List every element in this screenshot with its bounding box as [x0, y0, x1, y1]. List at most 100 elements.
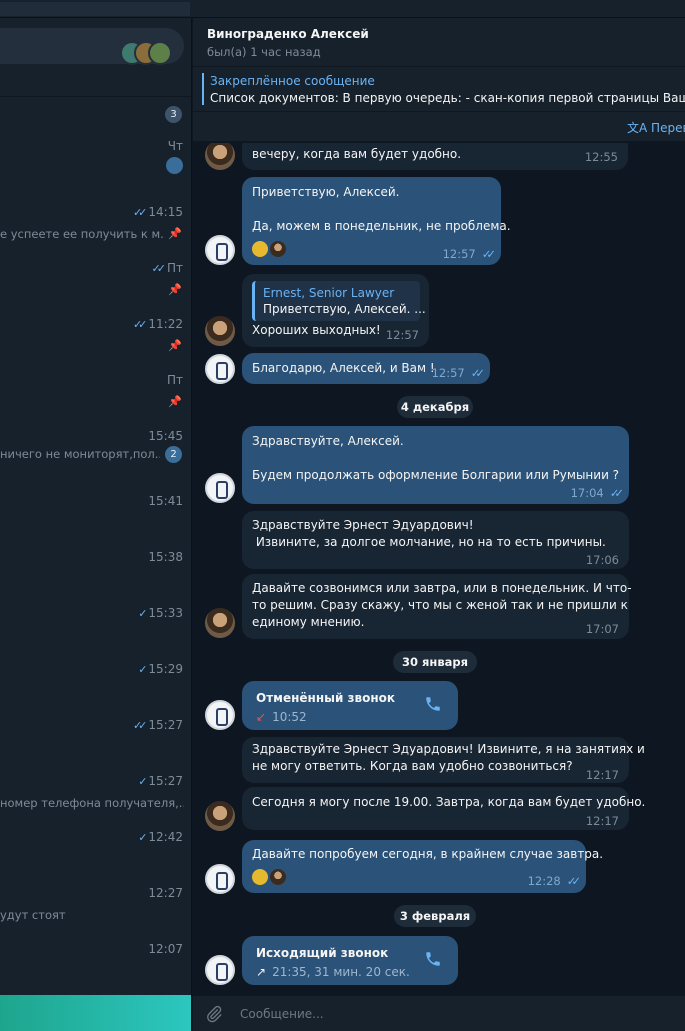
paperclip-icon[interactable] [205, 1005, 223, 1023]
stories-avatars[interactable] [120, 41, 172, 65]
message-input[interactable]: Сообщение... [240, 1007, 324, 1021]
avatar[interactable] [205, 473, 235, 503]
unread-badge: 3 [165, 106, 182, 123]
message-text: Давайте созвонимся или завтра, или в пон… [252, 581, 632, 629]
reply-author: Ernest, Senior Lawyer [263, 286, 395, 300]
reactions[interactable] [252, 868, 288, 885]
chat-list-item[interactable]: 15:41 [0, 494, 191, 550]
avatar[interactable] [205, 864, 235, 894]
date-separator: 3 февраля [394, 905, 476, 927]
chat-preview: удут стоят [0, 908, 66, 922]
chat-list-item[interactable]: 15:38 [0, 550, 191, 606]
translate-button[interactable]: 文A Перевести [627, 119, 685, 136]
search-bar[interactable] [0, 28, 184, 65]
story-avatar[interactable] [148, 41, 172, 65]
chat-list-item[interactable]: 12:27 удут стоят [0, 886, 191, 942]
message-outgoing[interactable]: Давайте попробуем сегодня, в крайнем слу… [242, 840, 603, 893]
pin-icon: 📌 [168, 227, 182, 240]
message-time: 12:57 ✓✓ [442, 247, 497, 261]
chat-preview: номер телефона получателя,... [0, 796, 184, 810]
message-text: Здравствуйте, Алексей. Будем продолжать … [252, 434, 620, 482]
avatar[interactable] [205, 235, 235, 265]
check-icon: ✓ [138, 831, 147, 844]
chat-list-item[interactable]: ✓✓ 14:15 е успеете ее получить к м... 📌 [0, 205, 191, 261]
message-outgoing[interactable]: Приветствую, Алексей. Да, можем в понеде… [242, 177, 511, 265]
call-message[interactable]: Отменённый звонок ↙ 10:52 [242, 681, 458, 730]
avatar[interactable] [205, 354, 235, 384]
chat-list-item[interactable]: 12:07 [0, 942, 191, 998]
chat-preview: ничего не мониторят,пол... [0, 447, 160, 461]
phone-icon[interactable] [424, 695, 442, 713]
sidebar-bottom-banner[interactable] [0, 995, 191, 1031]
message-incoming[interactable]: Здравствуйте Эрнест Эдуардович! Извините… [242, 737, 645, 783]
check-icon: ✓ [138, 607, 147, 620]
call-title: Отменённый звонок [256, 691, 396, 705]
reactor-avatar [270, 240, 286, 257]
phone-icon[interactable] [424, 950, 442, 968]
chat-list-item[interactable]: ✓ 15:33 [0, 606, 191, 662]
message-text: вечеру, когда вам будет удобно. [252, 147, 462, 161]
chat-list-item[interactable]: ✓✓ Пт 📌 [0, 261, 191, 317]
call-message[interactable]: Исходящий звонок ↗ 21:35, 31 мин. 20 сек. [242, 936, 458, 985]
message-time: 17:06 [585, 553, 619, 567]
chat-time: ✓✓ Пт [151, 261, 183, 275]
chat-time: ✓ 12:42 [138, 830, 183, 844]
double-check-icon: ✓✓ [566, 874, 581, 888]
chat-list-item[interactable]: ✓ 12:42 [0, 830, 191, 886]
chat-list-sidebar: 3 Чт ✓✓ 14:15 е успеете ее получить к м..… [0, 18, 192, 1031]
avatar[interactable] [205, 143, 235, 170]
chat-preview: е успеете ее получить к м... [0, 227, 165, 241]
message-time: 17:04 ✓✓ [570, 486, 625, 500]
message-incoming[interactable]: Давайте созвонимся или завтра, или в пон… [242, 574, 632, 639]
chat-list-item[interactable]: ✓ 15:29 [0, 662, 191, 718]
message-text: Хороших выходных! [252, 323, 381, 337]
message-list[interactable]: вечеру, когда вам будет удобно. 12:55 Пр… [193, 143, 685, 995]
chat-list-item[interactable]: ✓ 15:27 номер телефона получателя,... [0, 774, 191, 830]
double-check-icon: ✓✓ [481, 247, 496, 261]
message-time: 12:55 [584, 150, 618, 164]
unread-badge: 2 [165, 446, 182, 463]
reply-quote[interactable]: Ernest, Senior Lawyer Приветствую, Алекс… [252, 281, 426, 321]
avatar[interactable] [205, 801, 235, 831]
chat-time: ✓✓ 15:27 [132, 718, 183, 732]
message-incoming[interactable]: вечеру, когда вам будет удобно. 12:55 [242, 143, 628, 170]
chat-list-item[interactable]: Чт [0, 139, 191, 195]
chat-time: 15:41 [148, 494, 183, 508]
message-outgoing[interactable]: Благодарю, Алексей, и Вам ! 12:57 ✓✓ [242, 353, 490, 384]
pinned-indicator [202, 73, 204, 105]
avatar[interactable] [205, 955, 235, 985]
handshake-reaction-icon[interactable] [252, 868, 268, 885]
message-time: 17:07 [585, 622, 619, 636]
message-text: Здравствуйте Эрнест Эдуардович! Извините… [252, 518, 606, 549]
avatar[interactable] [205, 608, 235, 638]
chat-time: 12:07 [148, 942, 183, 956]
translate-icon: 文A [627, 121, 648, 135]
check-icon: ✓ [138, 775, 147, 788]
reactions[interactable] [252, 240, 288, 257]
avatar[interactable] [205, 316, 235, 346]
chat-time: Пт [166, 373, 183, 387]
chat-list-item[interactable]: 15:45 ничего не мониторят,пол... 2 [0, 429, 191, 485]
handshake-reaction-icon[interactable] [252, 240, 268, 257]
pinned-message-bar[interactable]: Закреплённое сообщение Список документов… [193, 66, 685, 112]
window-top-strip [0, 0, 685, 18]
chat-list-item[interactable]: Пт 📌 [0, 373, 191, 429]
call-title: Исходящий звонок [256, 946, 389, 960]
chat-title[interactable]: Винограденко Алексей [207, 27, 369, 41]
message-incoming[interactable]: Здравствуйте Эрнест Эдуардович! Извините… [242, 511, 629, 569]
message-incoming[interactable]: Сегодня я могу после 19.00. Завтра, когд… [242, 787, 645, 830]
chat-list-item[interactable]: ✓✓ 15:27 [0, 718, 191, 774]
chat-time: ✓✓ 11:22 [132, 317, 183, 331]
chat-header[interactable]: Винограденко Алексей был(а) 1 час назад [193, 18, 685, 66]
double-check-icon: ✓✓ [609, 486, 624, 500]
message-outgoing[interactable]: Здравствуйте, Алексей. Будем продолжать … [242, 426, 629, 504]
translate-bar: 文A Перевести [193, 112, 685, 142]
avatar[interactable] [205, 700, 235, 730]
chat-time: Чт [167, 139, 183, 153]
chat-list-item[interactable]: ✓✓ 11:22 📌 [0, 317, 191, 373]
outgoing-call-arrow-icon: ↗ [256, 965, 267, 979]
message-text: Сегодня я могу после 19.00. Завтра, когд… [252, 795, 646, 809]
chat-status: был(а) 1 час назад [207, 45, 321, 59]
chat-time: ✓ 15:27 [138, 774, 183, 788]
message-incoming[interactable]: Ernest, Senior Lawyer Приветствую, Алекс… [242, 274, 429, 347]
